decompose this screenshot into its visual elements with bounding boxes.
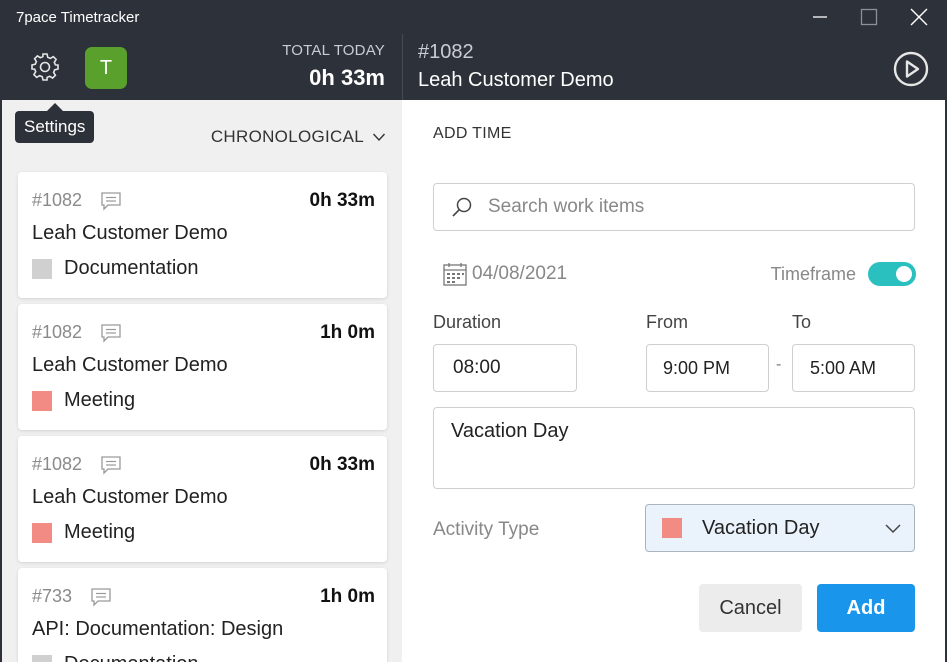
from-time-field[interactable]: 9:00 PM — [646, 344, 769, 392]
window-title: 7pace Timetracker — [16, 9, 140, 26]
toggle-knob — [896, 266, 912, 282]
entry-activity-label: Documentation — [64, 257, 199, 279]
close-icon — [910, 8, 928, 26]
search-icon — [452, 197, 472, 217]
sort-dropdown[interactable]: CHRONOLOGICAL — [211, 127, 386, 147]
from-label: From — [646, 312, 688, 332]
activity-color-swatch — [32, 390, 52, 411]
add-time-heading: ADD TIME — [433, 125, 512, 142]
current-work-item-id: #1082 — [418, 41, 474, 63]
cancel-button[interactable]: Cancel — [699, 584, 802, 632]
entry-title: Leah Customer Demo — [32, 354, 228, 376]
play-icon — [893, 51, 929, 87]
time-entry-card[interactable]: #1082 0h 33m Leah Customer Demo Meeting — [18, 436, 387, 562]
time-entries-panel: Settings CHRONOLOGICAL #1082 0h 33m Leah… — [2, 100, 402, 662]
settings-button[interactable] — [29, 51, 61, 83]
entry-activity-label: Meeting — [64, 521, 136, 543]
total-today-value: 0h 33m — [309, 65, 385, 90]
close-window-button[interactable] — [904, 4, 934, 30]
timeframe-toggle[interactable] — [868, 262, 916, 286]
minimize-icon — [813, 16, 827, 18]
entry-activity: Meeting — [32, 521, 135, 544]
title-bar: 7pace Timetracker — [0, 0, 947, 34]
entry-duration: 0h 33m — [309, 190, 375, 211]
to-label: To — [792, 312, 812, 332]
search-work-items[interactable] — [433, 183, 915, 231]
comment-icon[interactable] — [100, 455, 122, 475]
time-entry-card[interactable]: #1082 0h 33m Leah Customer Demo Document… — [18, 172, 387, 298]
app-header: T TOTAL TODAY 0h 33m #1082 Leah Customer… — [0, 34, 947, 100]
entry-activity: Meeting — [32, 389, 135, 412]
activity-color-swatch — [662, 518, 682, 538]
entry-title: Leah Customer Demo — [32, 486, 228, 508]
gear-icon — [31, 53, 59, 81]
from-time-value: 9:00 PM — [663, 357, 731, 378]
header-divider — [402, 34, 403, 100]
comment-icon[interactable] — [90, 587, 112, 607]
entry-title: API: Documentation: Design — [32, 618, 284, 640]
settings-tooltip: Settings — [15, 103, 95, 143]
maximize-button[interactable] — [854, 4, 884, 30]
to-time-value: 5:00 AM — [810, 357, 877, 378]
activity-type-label: Activity Type — [433, 519, 540, 540]
activity-color-swatch — [32, 258, 52, 279]
date-picker[interactable]: 04/08/2021 — [442, 261, 567, 287]
add-button[interactable]: Add — [817, 584, 915, 632]
calendar-icon — [443, 263, 467, 286]
entry-title: Leah Customer Demo — [32, 222, 228, 244]
time-range-separator: - — [776, 356, 782, 373]
entry-id: #733 — [32, 586, 73, 606]
user-avatar[interactable]: T — [85, 47, 127, 89]
activity-color-swatch — [32, 522, 52, 543]
duration-label: Duration — [433, 312, 502, 332]
add-time-panel: ADD TIME 04/08/2021 Timeframe Duration F… — [402, 100, 945, 662]
activity-type-select[interactable]: Vacation Day — [645, 504, 915, 552]
time-entry-card[interactable]: #1082 1h 0m Leah Customer Demo Meeting — [18, 304, 387, 430]
entry-id: #1082 — [32, 454, 83, 474]
activity-type-value: Vacation Day — [702, 516, 820, 539]
minimize-button[interactable] — [805, 4, 835, 30]
sort-label: CHRONOLOGICAL — [210, 127, 364, 146]
entry-id: #1082 — [32, 322, 83, 342]
comment-icon[interactable] — [100, 191, 122, 211]
activity-color-swatch — [32, 654, 52, 662]
duration-value: 08:00 — [453, 357, 501, 378]
entry-activity: Documentation — [32, 257, 199, 280]
entry-activity-label: Documentation — [64, 653, 199, 662]
chevron-down-icon — [372, 133, 386, 142]
entry-activity-label: Meeting — [64, 389, 136, 411]
timeframe-label: Timeframe — [770, 264, 856, 284]
current-work-item-title: Leah Customer Demo — [418, 69, 614, 91]
entry-duration: 1h 0m — [320, 586, 375, 607]
entry-duration: 1h 0m — [320, 322, 375, 343]
maximize-icon — [860, 8, 878, 26]
duration-field[interactable]: 08:00 — [433, 344, 577, 392]
notes-textarea[interactable]: Vacation Day — [433, 407, 915, 489]
entry-activity: Documentation — [32, 653, 199, 662]
time-entry-card[interactable]: #733 1h 0m API: Documentation: Design Do… — [18, 568, 387, 662]
entry-id: #1082 — [32, 190, 83, 210]
start-tracking-button[interactable] — [892, 50, 930, 88]
chevron-down-icon — [885, 524, 901, 534]
date-value: 04/08/2021 — [472, 263, 568, 284]
to-time-field[interactable]: 5:00 AM — [792, 344, 915, 392]
comment-icon[interactable] — [100, 323, 122, 343]
total-today-label: TOTAL TODAY — [282, 42, 385, 59]
search-input[interactable] — [488, 196, 888, 218]
entry-duration: 0h 33m — [309, 454, 375, 475]
